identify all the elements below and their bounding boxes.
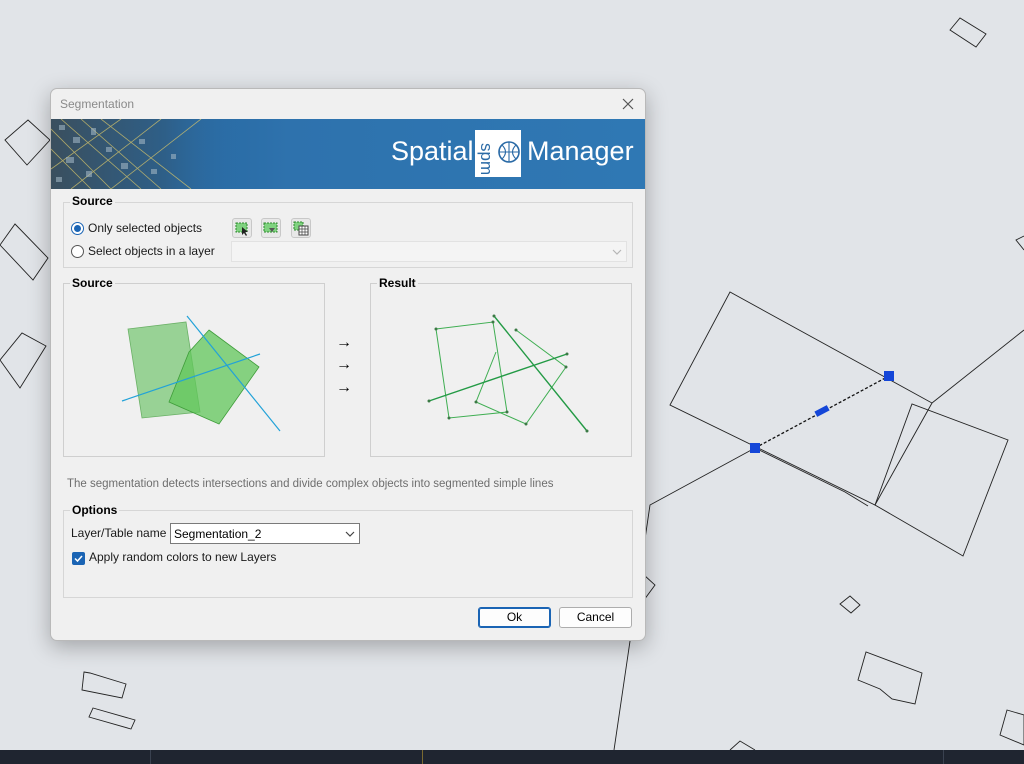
taskbar-divider [943,750,944,764]
random-colors-label[interactable]: Apply random colors to new Layers [89,550,276,564]
select-table-icon [293,221,309,236]
result-preview-image [427,314,589,433]
grip-start[interactable] [750,443,760,453]
grip-end[interactable] [884,371,894,381]
cancel-button[interactable]: Cancel [559,607,632,628]
taskbar-divider [150,750,151,764]
chevron-down-icon [345,531,355,537]
radio-only-selected[interactable] [71,222,84,235]
banner-city-image [51,119,241,189]
drawing-line [729,740,756,751]
title-bar[interactable]: Segmentation [51,89,645,119]
ok-button[interactable]: Ok [478,607,551,628]
drawing-line [754,447,869,507]
layer-table-name-label: Layer/Table name [71,526,167,540]
logo-text-spatial: Spatial [391,136,474,166]
select-table-button[interactable] [291,218,311,238]
logo-text-manager: Manager [527,136,634,166]
drawing-shape [0,332,47,389]
drawing-line [931,329,1024,404]
layer-select-combo[interactable] [231,241,627,262]
select-objects-button[interactable] [232,218,252,238]
select-by-attributes-button[interactable] [261,218,281,238]
layer-table-name-value: Segmentation_2 [174,527,262,541]
source-preview-image [121,315,281,432]
arrow-right-3: → [336,379,352,396]
close-button[interactable] [617,93,639,115]
drawing-shape [0,223,49,281]
drawing-shape [857,651,923,705]
radio-select-in-layer[interactable] [71,245,84,258]
drawing-shape [874,403,1009,557]
options-group-title: Options [70,503,120,517]
drawing-line [1015,235,1024,251]
radio-only-selected-label[interactable]: Only selected objects [88,221,202,235]
layer-table-name-combo[interactable]: Segmentation_2 [170,523,360,544]
drawing-shape [999,709,1024,746]
banner: Spatial spm Manager [51,119,645,189]
arrow-right-2: → [336,356,352,373]
radio-select-in-layer-label[interactable]: Select objects in a layer [88,244,215,258]
chevron-down-icon [612,249,622,255]
taskbar [0,750,1024,764]
select-by-attributes-icon [263,222,278,233]
grip-mid[interactable] [814,405,830,417]
close-icon [622,98,634,110]
drawing-shape [949,17,987,48]
logo-mark: spm [475,130,521,177]
drawing-shape [4,119,51,166]
arrow-right-1: → [336,334,352,351]
window-title: Segmentation [60,97,135,111]
source-group-title: Source [70,194,115,208]
drawing-shape [839,595,861,614]
logo-text-spm: spm [477,143,496,176]
taskbar-divider [422,750,423,764]
checkmark-icon [74,555,83,563]
select-objects-icon [235,222,248,236]
segmentation-dialog: Segmentation Spatial spm Manager Source … [50,88,646,641]
drawing-shape [81,671,127,699]
drawing-shape [88,707,136,730]
random-colors-checkbox[interactable] [72,552,85,565]
description-text: The segmentation detects intersections a… [67,478,554,490]
